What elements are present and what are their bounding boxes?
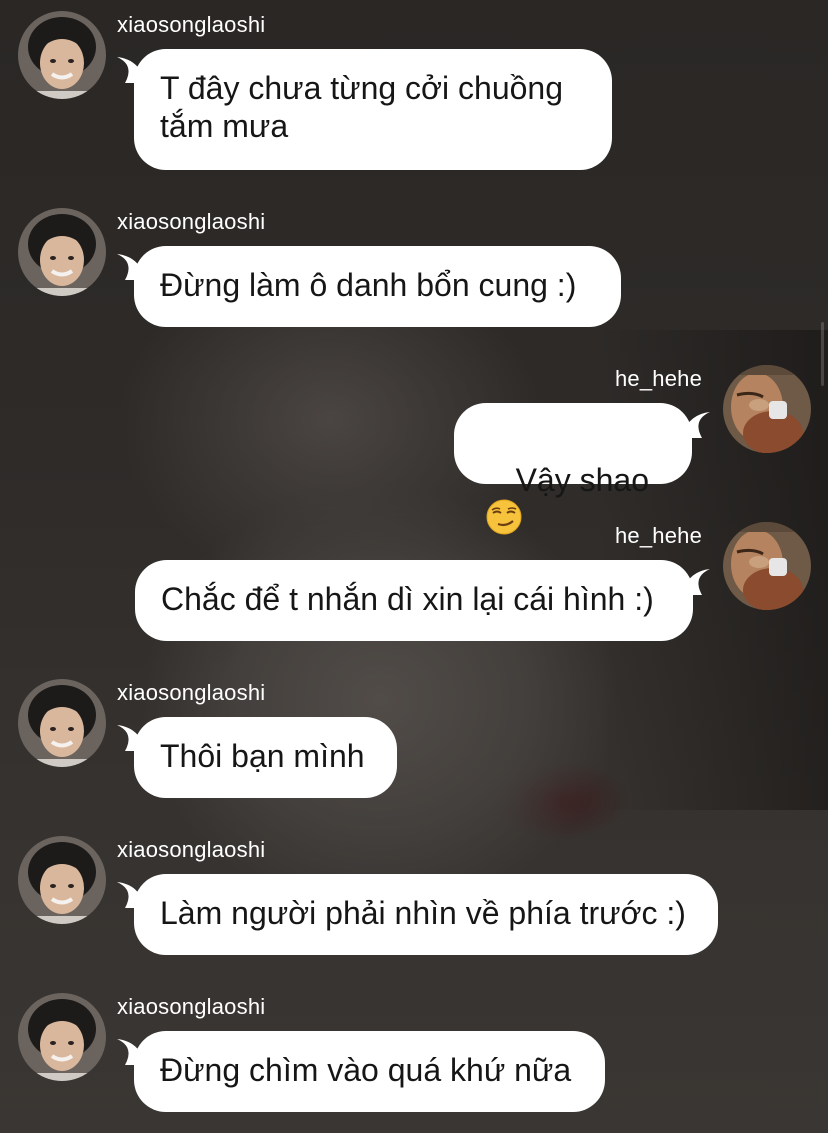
message-bubble[interactable]: T đây chưa từng cởi chuồng tắm mưa	[134, 49, 612, 170]
smirking-face-emoji-icon	[486, 499, 522, 535]
avatar-xiaosonglaoshi[interactable]	[18, 993, 106, 1081]
message-bubble[interactable]: Vậy shao	[454, 403, 692, 535]
message-username[interactable]: xiaosonglaoshi	[117, 994, 265, 1020]
message-username[interactable]: xiaosonglaoshi	[117, 209, 265, 235]
message-username[interactable]: he_hehe	[615, 523, 702, 549]
avatar-xiaosonglaoshi[interactable]	[18, 679, 106, 767]
avatar-xiaosonglaoshi[interactable]	[18, 208, 106, 296]
message-username[interactable]: xiaosonglaoshi	[117, 680, 265, 706]
message-bubble[interactable]: Thôi bạn mình	[134, 717, 397, 798]
avatar-xiaosonglaoshi[interactable]	[18, 836, 106, 924]
message-text: Vậy shao	[515, 462, 649, 498]
message-username[interactable]: xiaosonglaoshi	[117, 837, 265, 863]
avatar-he_hehe[interactable]	[723, 522, 811, 610]
avatar-xiaosonglaoshi[interactable]	[18, 11, 106, 99]
message-username[interactable]: xiaosonglaoshi	[117, 12, 265, 38]
message-bubble[interactable]: Chắc để t nhắn dì xin lại cái hình :)	[135, 560, 693, 641]
message-bubble[interactable]: Làm người phải nhìn về phía trước :)	[134, 874, 718, 955]
avatar-he_hehe[interactable]	[723, 365, 811, 453]
message-bubble[interactable]: Đừng chìm vào quá khứ nữa	[134, 1031, 605, 1112]
scroll-indicator[interactable]	[821, 322, 824, 386]
message-bubble[interactable]: Đừng làm ô danh bổn cung :)	[134, 246, 621, 327]
message-username[interactable]: he_hehe	[615, 366, 702, 392]
